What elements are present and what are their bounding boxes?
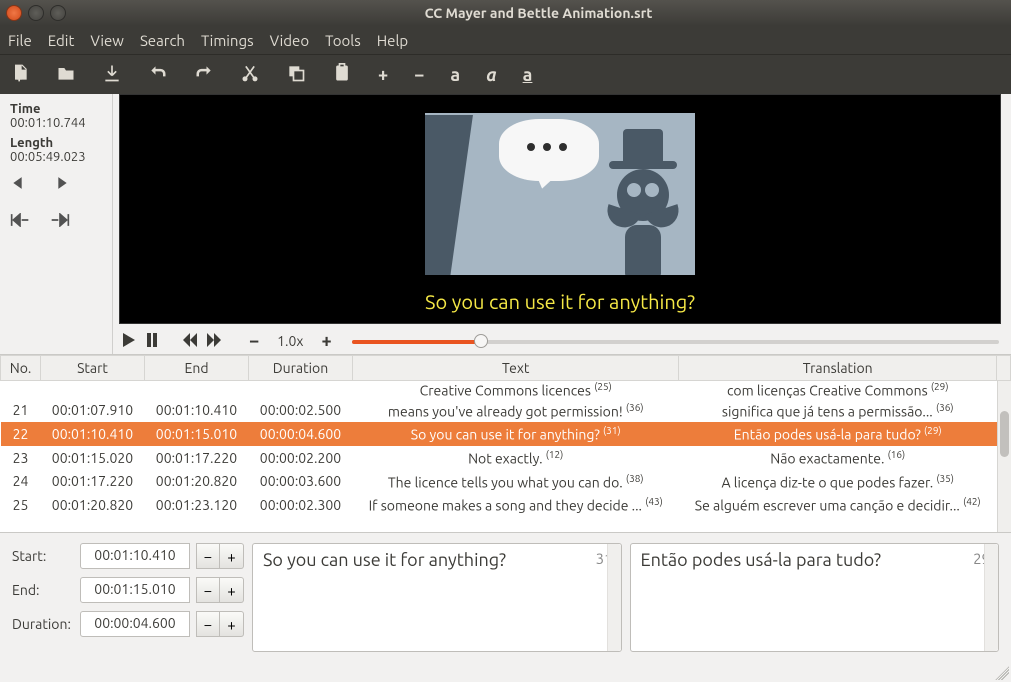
copy-icon[interactable] [286, 63, 306, 86]
video-preview[interactable]: So you can use it for anything? [119, 94, 1001, 324]
time-label: Time [10, 102, 102, 116]
undo-icon[interactable] [148, 63, 168, 86]
window-titlebar: CC Mayer and Bettle Animation.srt [0, 0, 1011, 26]
bold-icon[interactable]: a [450, 65, 460, 85]
menu-timings[interactable]: Timings [201, 32, 254, 49]
col-no[interactable]: No. [1, 356, 41, 381]
toolbar: + − a a a [0, 54, 1011, 94]
table-scrollbar[interactable] [997, 381, 1011, 532]
length-label: Length [10, 136, 102, 150]
table-row[interactable]: Creative Commons licences (25)com licenç… [1, 381, 1011, 399]
video-scene [425, 113, 695, 275]
table-row[interactable]: 2500:01:20.82000:01:23.12000:00:02.300If… [1, 493, 1011, 517]
end-inc-button[interactable]: + [220, 577, 244, 603]
duration-input[interactable]: 00:00:04.600 [80, 611, 190, 637]
menu-edit[interactable]: Edit [48, 32, 75, 49]
table-row[interactable]: 2100:01:07.91000:01:10.41000:00:02.500me… [1, 399, 1011, 423]
speed-up-button[interactable]: + [317, 331, 335, 351]
player-controls: − 1.0x + [119, 324, 1001, 354]
menu-file[interactable]: File [8, 32, 32, 49]
duration-dec-button[interactable]: − [196, 611, 220, 637]
seek-start-icon[interactable] [10, 176, 30, 193]
subtitle-table: No. Start End Duration Text Translation … [0, 354, 1011, 532]
translation-editor[interactable]: Então podes usá-la para tudo? 29 [630, 543, 1000, 652]
window-maximize-button[interactable] [50, 5, 66, 21]
duration-stepper: − + [196, 611, 244, 637]
start-stepper: − + [196, 543, 244, 569]
menu-view[interactable]: View [90, 32, 124, 49]
menu-search[interactable]: Search [140, 32, 185, 49]
speed-value: 1.0x [277, 333, 303, 349]
menu-bar: File Edit View Search Timings Video Tool… [0, 26, 1011, 54]
start-label: Start: [12, 548, 74, 564]
add-subtitle-icon[interactable]: + [378, 65, 388, 85]
window-minimize-button[interactable] [28, 5, 44, 21]
menu-tools[interactable]: Tools [325, 32, 361, 49]
duration-inc-button[interactable]: + [220, 611, 244, 637]
video-subtitle-overlay: So you can use it for anything? [120, 290, 1000, 313]
play-icon[interactable] [121, 333, 135, 350]
paste-icon[interactable] [332, 63, 352, 86]
col-duration[interactable]: Duration [249, 356, 353, 381]
fastforward-icon[interactable] [207, 333, 221, 350]
text-editor-scrollbar[interactable] [607, 544, 621, 651]
cut-icon[interactable] [240, 63, 260, 86]
end-input[interactable]: 00:01:15.010 [80, 577, 190, 603]
open-file-icon[interactable] [56, 63, 76, 86]
underline-icon[interactable]: a [523, 65, 533, 85]
save-file-icon[interactable] [102, 63, 122, 86]
remove-subtitle-icon[interactable]: − [414, 65, 424, 85]
window-close-button[interactable] [6, 5, 22, 21]
speed-down-button[interactable]: − [245, 331, 263, 351]
seek-end-icon[interactable] [50, 176, 70, 193]
new-file-icon[interactable] [10, 63, 30, 86]
translation-editor-content: Então podes usá-la para tudo? [641, 550, 881, 570]
table-row[interactable]: 2400:01:17.22000:01:20.82000:00:03.600Th… [1, 470, 1011, 494]
length-value: 00:05:49.023 [10, 150, 102, 164]
seek-back-icon[interactable] [10, 213, 30, 230]
start-input[interactable]: 00:01:10.410 [80, 543, 190, 569]
menu-video[interactable]: Video [270, 32, 309, 49]
start-inc-button[interactable]: + [220, 543, 244, 569]
col-start[interactable]: Start [41, 356, 145, 381]
seek-slider[interactable] [352, 332, 999, 350]
table-header-row: No. Start End Duration Text Translation [1, 356, 1011, 381]
text-editor-content: So you can use it for anything? [263, 550, 506, 570]
col-translation[interactable]: Translation [679, 356, 997, 381]
menu-help[interactable]: Help [377, 32, 408, 49]
end-stepper: − + [196, 577, 244, 603]
text-editor[interactable]: So you can use it for anything? 31 [252, 543, 622, 652]
table-row[interactable]: 2300:01:15.02000:01:17.22000:00:02.200No… [1, 446, 1011, 470]
translation-editor-scrollbar[interactable] [984, 544, 998, 651]
col-end[interactable]: End [145, 356, 249, 381]
seek-fwd-icon[interactable] [50, 213, 70, 230]
character-icon [569, 129, 689, 275]
window-title: CC Mayer and Bettle Animation.srt [72, 5, 1005, 21]
duration-label: Duration: [12, 616, 74, 632]
redo-icon[interactable] [194, 63, 214, 86]
pause-icon[interactable] [145, 333, 159, 350]
end-dec-button[interactable]: − [196, 577, 220, 603]
italic-icon[interactable]: a [486, 65, 497, 85]
rewind-icon[interactable] [183, 333, 197, 350]
time-info-pane: Time 00:01:10.744 Length 00:05:49.023 [0, 94, 113, 354]
time-value: 00:01:10.744 [10, 116, 102, 130]
window-resize-grip[interactable] [0, 662, 1011, 682]
table-row[interactable]: 2200:01:10.41000:01:15.01000:00:04.600So… [1, 422, 1011, 446]
edit-panel: Start: 00:01:10.410 − + End: 00:01:15.01… [0, 532, 1011, 662]
col-text[interactable]: Text [353, 356, 679, 381]
start-dec-button[interactable]: − [196, 543, 220, 569]
end-label: End: [12, 582, 74, 598]
